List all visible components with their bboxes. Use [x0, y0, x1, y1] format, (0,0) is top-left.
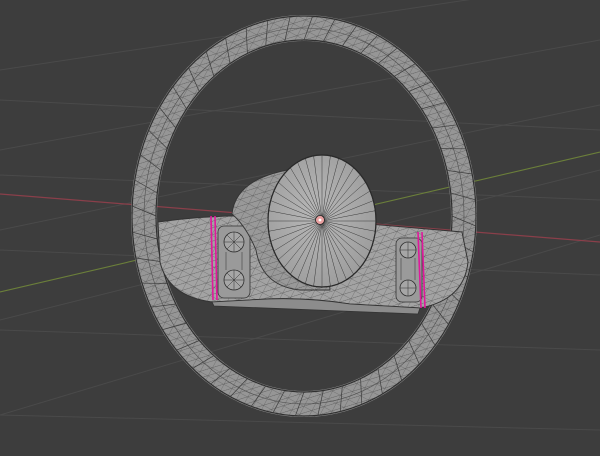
3d-viewport[interactable] — [0, 0, 600, 456]
left-button-pod[interactable] — [217, 225, 251, 299]
viewport-canvas[interactable] — [0, 0, 600, 456]
steering-wheel-mesh[interactable] — [131, 15, 477, 417]
object-origin-icon[interactable] — [315, 215, 325, 225]
